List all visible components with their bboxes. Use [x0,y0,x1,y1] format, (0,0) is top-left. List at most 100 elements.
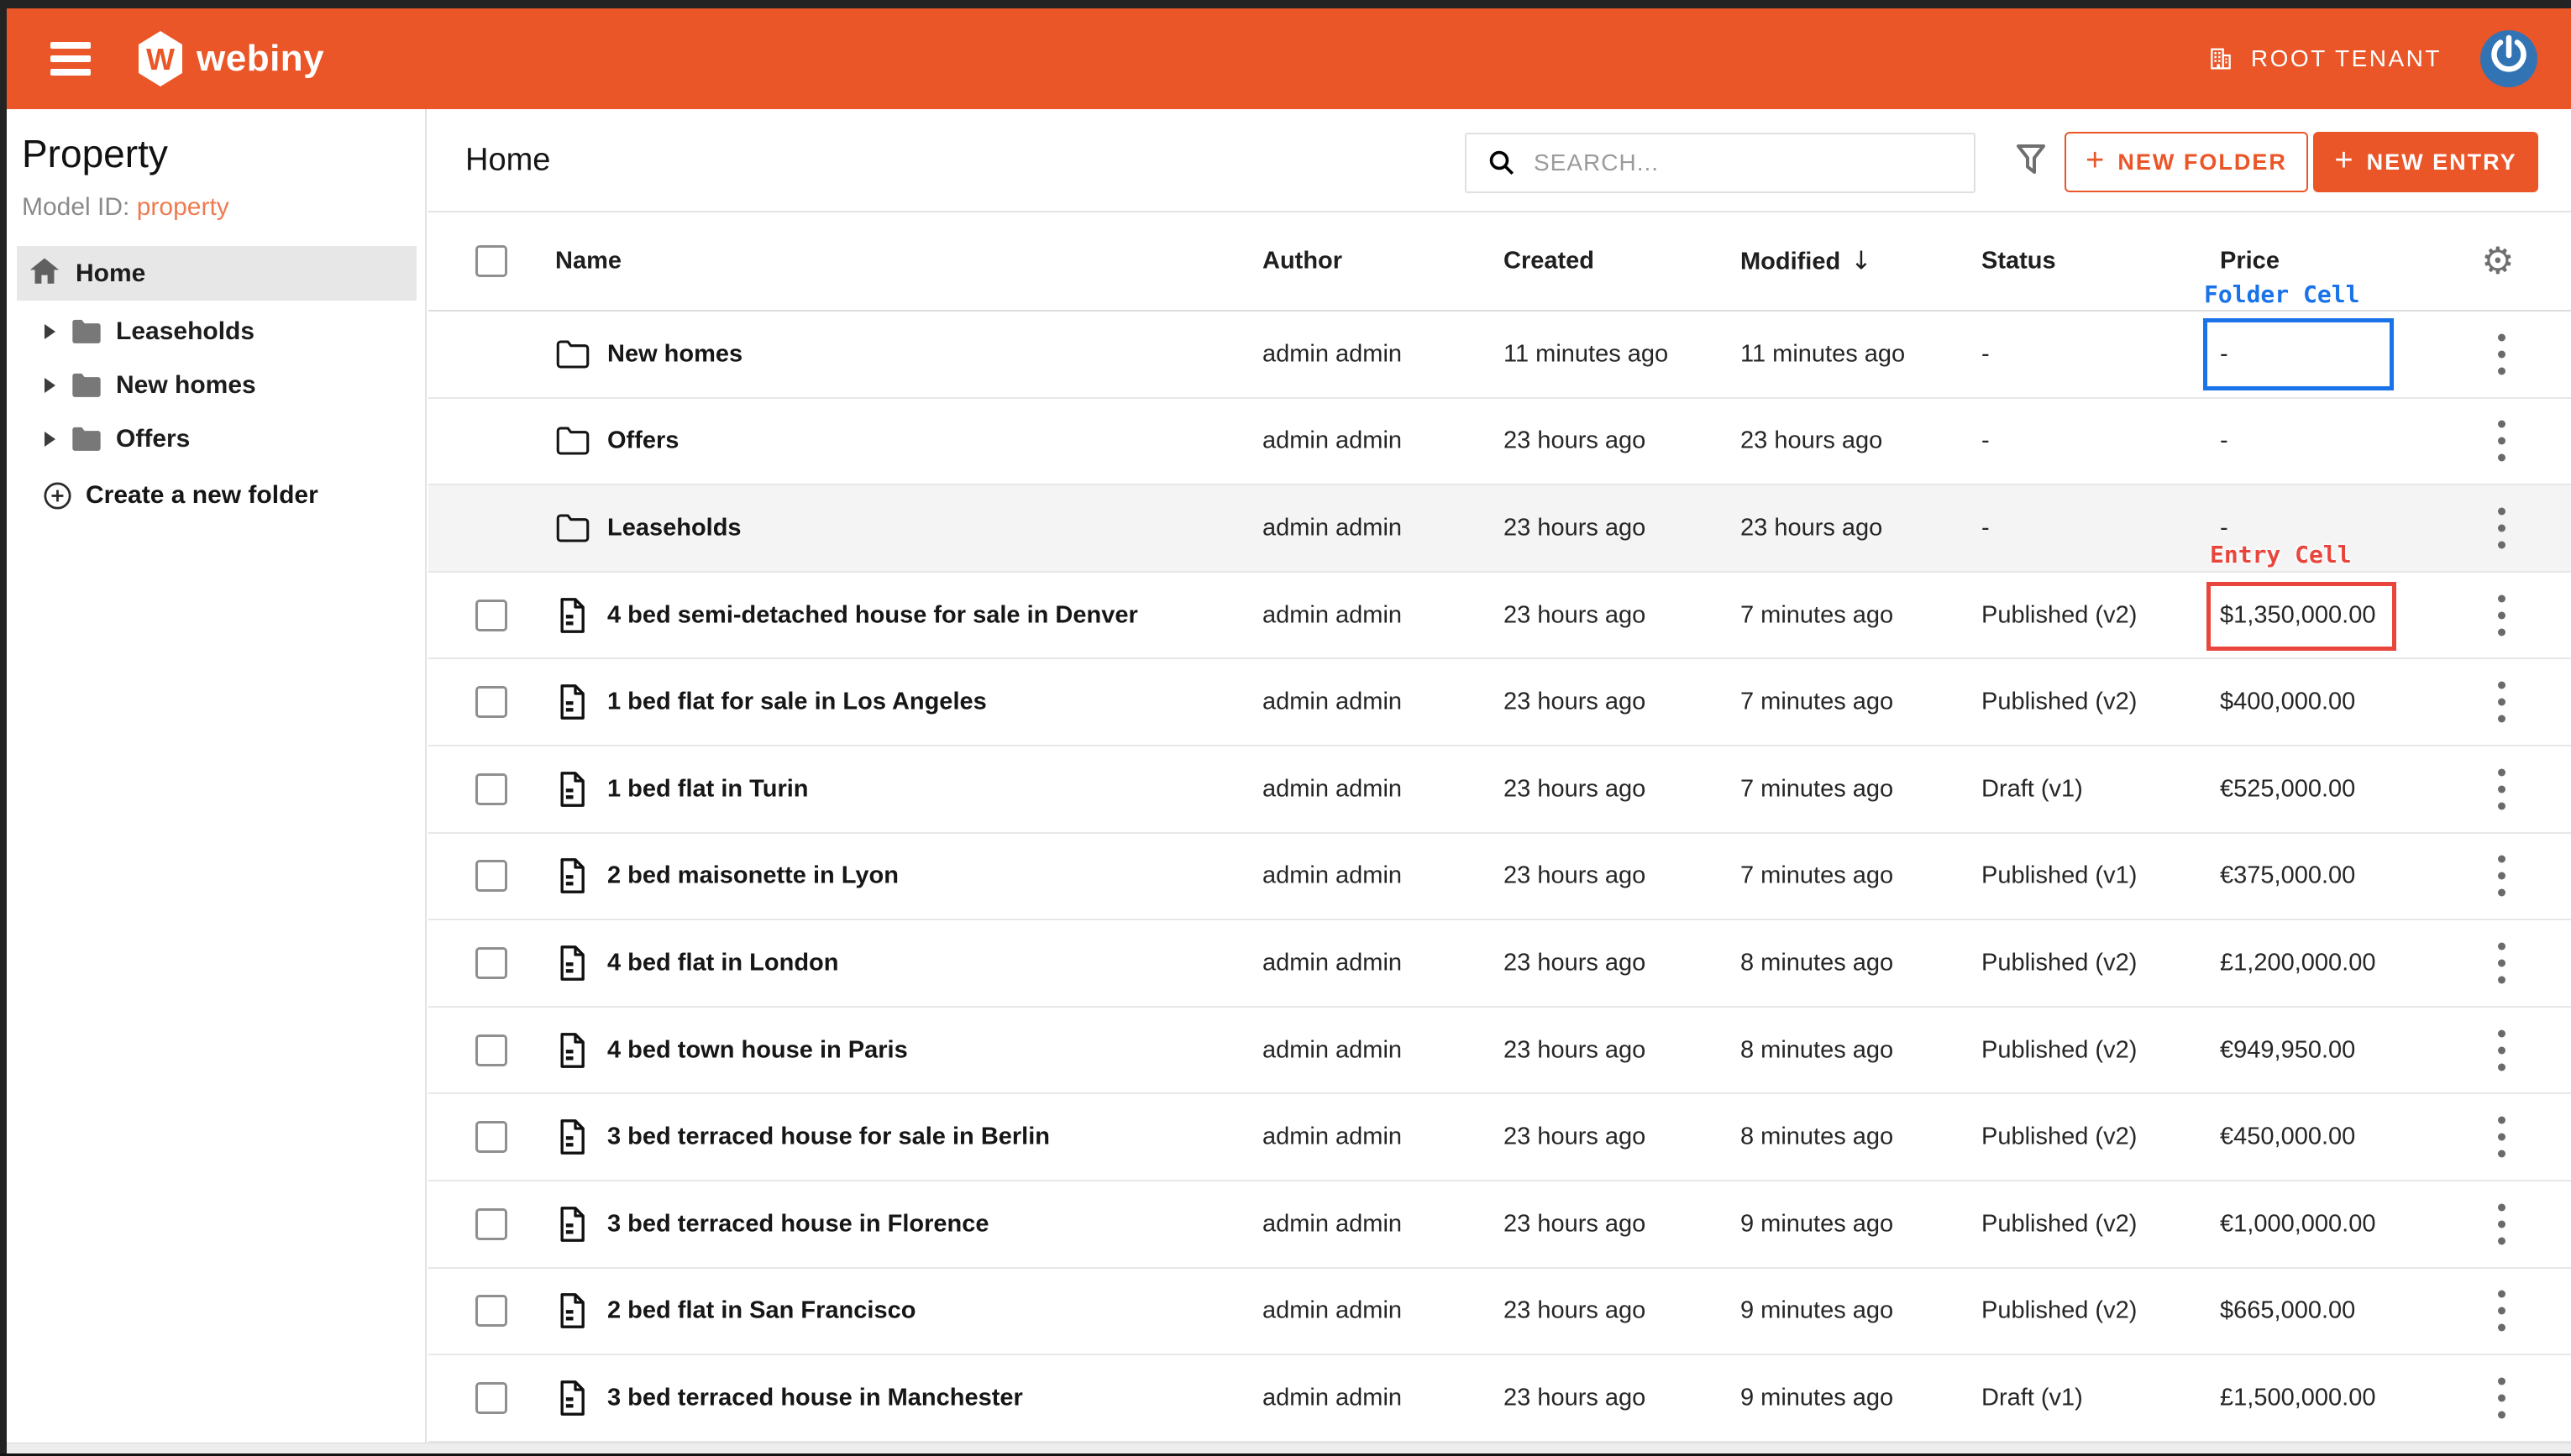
row-author: admin admin [1262,1036,1402,1064]
plus-icon: + [2334,143,2354,179]
row-name: Offers [607,427,679,455]
row-checkbox[interactable] [475,773,507,805]
table-row[interactable]: 1 bed flat for sale in Los Angelesadmin … [428,659,2571,746]
row-actions-kebab-icon[interactable] [2493,589,2511,641]
row-price: $400,000.00 [2220,689,2355,716]
table-row[interactable]: 3 bed terraced house in Florenceadmin ad… [428,1181,2571,1269]
row-checkbox[interactable] [475,860,507,892]
row-name: 2 bed flat in San Francisco [607,1297,916,1325]
row-actions-kebab-icon[interactable] [2493,677,2511,728]
model-id-value[interactable]: property [137,193,229,221]
sidebar-folder-item[interactable]: Leaseholds [17,305,417,359]
column-header-created[interactable]: Created [1503,248,1594,275]
modified-label: Modified [1740,249,1840,275]
row-name: 1 bed flat in Turin [607,775,809,803]
table-row[interactable]: 4 bed semi-detached house for sale in De… [428,573,2571,660]
column-header-modified[interactable]: Modified↓ [1740,247,1871,276]
plus-icon: + [2086,143,2106,179]
row-created: 23 hours ago [1503,949,1645,977]
sidebar-folder-item[interactable]: New homes [17,359,417,412]
model-id: Model ID: property [22,193,229,222]
new-folder-button[interactable]: + NEW FOLDER [2065,132,2308,192]
chevron-right-icon[interactable] [45,432,55,447]
column-header-author[interactable]: Author [1262,248,1342,275]
row-author: admin admin [1262,949,1402,977]
model-title: Property [22,131,168,176]
row-actions-kebab-icon[interactable] [2493,1372,2511,1423]
row-status: Published (v2) [1981,1297,2137,1325]
row-actions-kebab-icon[interactable] [2493,1198,2511,1249]
brand-wordmark: webiny [197,38,324,80]
table-row[interactable]: 2 bed maisonette in Lyonadmin admin23 ho… [428,834,2571,921]
table-row[interactable]: Offersadmin admin23 hours ago23 hours ag… [428,399,2571,486]
folder-icon [554,512,591,544]
row-checkbox[interactable] [475,1295,507,1327]
document-icon [554,856,588,896]
row-modified: 9 minutes ago [1740,1297,1893,1325]
user-avatar[interactable] [2480,30,2537,87]
row-modified: 8 minutes ago [1740,1036,1893,1064]
sidebar-folder-item[interactable]: Offers [17,412,417,466]
plus-circle-icon [42,480,73,511]
table-row[interactable]: 4 bed flat in Londonadmin admin23 hours … [428,920,2571,1008]
row-checkbox[interactable] [475,1121,507,1153]
table-row[interactable]: 2 bed flat in San Franciscoadmin admin23… [428,1269,2571,1356]
table-row[interactable]: Leaseholdsadmin admin23 hours ago23 hour… [428,485,2571,573]
chevron-right-icon[interactable] [45,378,55,393]
window-edge-top [0,0,2571,8]
sidebar-item-home[interactable]: Home [17,246,417,301]
row-checkbox[interactable] [475,947,507,979]
row-modified: 7 minutes ago [1740,862,1893,890]
row-actions-kebab-icon[interactable] [2493,502,2511,553]
column-header-status[interactable]: Status [1981,248,2056,275]
table-row[interactable]: 1 bed flat in Turinadmin admin23 hours a… [428,746,2571,834]
table-settings-gear-icon[interactable]: ⚙ [2481,240,2514,283]
row-actions-kebab-icon[interactable] [2493,416,2511,467]
row-checkbox[interactable] [475,686,507,718]
sidebar: Property Model ID: property Home Leaseho… [7,109,427,1443]
row-checkbox[interactable] [475,1034,507,1066]
column-header-price[interactable]: Price [2220,248,2280,275]
row-checkbox[interactable] [475,1208,507,1240]
tenant-selector[interactable]: ROOT TENANT [2207,45,2442,72]
row-modified: 7 minutes ago [1740,689,1893,716]
hamburger-menu-icon[interactable] [50,35,91,82]
table-row[interactable]: New homesadmin admin11 minutes ago11 min… [428,312,2571,399]
webiny-logo[interactable]: W webiny [138,30,324,87]
row-author: admin admin [1262,601,1402,629]
row-actions-kebab-icon[interactable] [2493,763,2511,814]
filter-icon[interactable] [2011,139,2051,184]
table-row[interactable]: 4 bed town house in Parisadmin admin23 h… [428,1008,2571,1095]
row-price: €1,000,000.00 [2220,1210,2375,1238]
row-created: 23 hours ago [1503,1210,1645,1238]
row-actions-kebab-icon[interactable] [2493,937,2511,988]
page-header: Home + NEW FOLDER + NEW ENTRY [428,109,2571,212]
new-entry-button[interactable]: + NEW ENTRY [2313,132,2538,192]
table-row[interactable]: 3 bed terraced house for sale in Berlina… [428,1094,2571,1181]
row-status: Published (v2) [1981,949,2137,977]
row-name: 4 bed semi-detached house for sale in De… [607,601,1138,629]
table-row[interactable]: 3 bed terraced house in Manchesteradmin … [428,1355,2571,1443]
row-price: €375,000.00 [2220,862,2355,890]
row-status: Published (v2) [1981,1036,2137,1064]
row-checkbox[interactable] [475,1382,507,1414]
window-edge-left [0,0,7,1456]
row-created: 23 hours ago [1503,775,1645,803]
row-actions-kebab-icon[interactable] [2493,1286,2511,1337]
row-actions-kebab-icon[interactable] [2493,851,2511,902]
row-actions-kebab-icon[interactable] [2493,328,2511,380]
folder-icon [70,371,103,400]
new-folder-label: NEW FOLDER [2117,149,2287,175]
create-folder-button[interactable]: Create a new folder [17,470,417,521]
row-price: £1,200,000.00 [2220,949,2375,977]
row-created: 11 minutes ago [1503,340,1668,368]
row-checkbox[interactable] [475,600,507,631]
search-input[interactable] [1534,149,1937,176]
chevron-right-icon[interactable] [45,324,55,339]
column-header-name[interactable]: Name [555,248,622,275]
select-all-checkbox[interactable] [475,245,507,277]
window-bottom-strip [7,1443,2571,1453]
row-status: Published (v2) [1981,601,2137,629]
row-actions-kebab-icon[interactable] [2493,1112,2511,1163]
row-actions-kebab-icon[interactable] [2493,1024,2511,1076]
